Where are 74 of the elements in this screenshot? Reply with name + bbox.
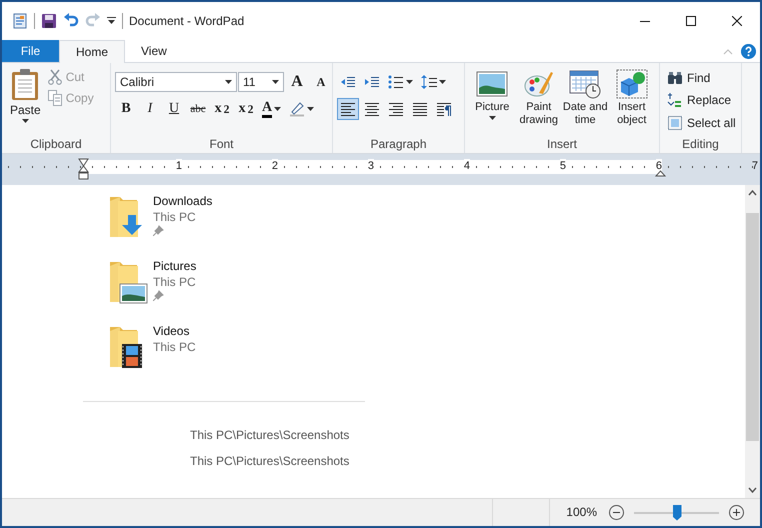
folder-name: Downloads (153, 193, 212, 209)
caret-icon (439, 80, 446, 84)
caret-icon (274, 107, 282, 111)
insert-button[interactable]: Paint drawing (516, 67, 562, 135)
folder-name: Pictures (153, 258, 196, 274)
folder-location: This PC (153, 339, 196, 355)
shrink-font-button[interactable]: A (310, 71, 332, 93)
binoculars-icon (667, 71, 683, 85)
cube-object-icon (616, 69, 648, 99)
grow-font-button[interactable]: A (286, 71, 308, 93)
insert-button[interactable]: Picture (469, 67, 516, 135)
landscape-picture-icon (476, 69, 508, 99)
folder-location: This PC (153, 274, 196, 290)
replace-text-icon (667, 92, 683, 108)
editing-button[interactable]: Replace (664, 90, 739, 110)
align-button[interactable] (337, 98, 359, 120)
ruler-number: 7 (752, 159, 758, 173)
help-icon[interactable] (741, 44, 756, 59)
format-button[interactable]: B (115, 98, 137, 120)
document-app-icon[interactable] (12, 13, 28, 29)
customize-menu-icon[interactable] (107, 17, 116, 25)
group-label: Clipboard (29, 136, 83, 153)
format-button[interactable]: U (163, 98, 185, 120)
highlighter-icon (289, 101, 306, 117)
folder-path: This PC\Pictures\Screenshots (190, 454, 350, 468)
close-icon (732, 16, 742, 26)
group-label: Paragraph (369, 136, 428, 153)
zoom-level: 100% (549, 499, 603, 526)
editing-button[interactable]: Select all (664, 113, 739, 133)
ribbon-tab[interactable]: File (2, 40, 59, 62)
clipboard-icon (11, 69, 40, 101)
font-size-field[interactable]: 11 (238, 72, 284, 92)
caret-icon (406, 80, 413, 84)
paste-button[interactable]: Paste (6, 67, 45, 135)
bullet-list-icon (388, 74, 404, 90)
minus-icon (613, 509, 620, 516)
group-label: Editing (681, 136, 720, 153)
maximize-icon (686, 16, 696, 26)
format-button[interactable]: abc (187, 98, 209, 120)
group-label: Font (208, 136, 234, 153)
zoom-out-button[interactable] (609, 505, 624, 520)
increase-indent-icon (364, 74, 380, 90)
folder-location: This PC (153, 209, 197, 225)
undo-icon[interactable] (63, 13, 79, 29)
indent-marker-icon[interactable] (78, 158, 89, 180)
save-icon[interactable] (41, 13, 57, 29)
ribbon-tab[interactable]: View (125, 40, 183, 62)
decrease-indent-icon (340, 74, 356, 90)
insert-button[interactable]: Insert object (608, 67, 655, 135)
plus-icon (733, 509, 740, 516)
caret-icon (22, 119, 29, 123)
group-label: Insert (546, 136, 578, 153)
caret-icon (272, 80, 279, 84)
ribbon-tab[interactable]: Home (59, 40, 126, 63)
folder-name: Videos (153, 323, 190, 339)
zoom-in-button[interactable] (729, 505, 744, 520)
scrollbar-thumb[interactable] (746, 213, 759, 441)
format-button[interactable]: I (139, 98, 161, 120)
caret-icon (307, 107, 314, 111)
folder-path: This PC\Pictures\Screenshots (190, 428, 350, 442)
font-family-field[interactable]: Calibri (115, 72, 237, 92)
scissors-icon (48, 69, 62, 85)
line-spacing-icon (421, 74, 437, 90)
editing-button[interactable]: Find (664, 69, 739, 87)
select-all-icon (667, 115, 683, 131)
copy-icon (48, 90, 62, 106)
calendar-clock-icon (569, 69, 602, 99)
caret-icon (225, 80, 232, 84)
font-color-button[interactable]: A (259, 98, 284, 120)
insert-button[interactable]: Date and time (562, 67, 608, 135)
window-title: Document - WordPad (128, 14, 246, 28)
palette-brush-icon (522, 69, 555, 99)
zoom-slider-thumb[interactable] (672, 504, 682, 520)
right-indent-marker-icon[interactable] (655, 170, 666, 177)
